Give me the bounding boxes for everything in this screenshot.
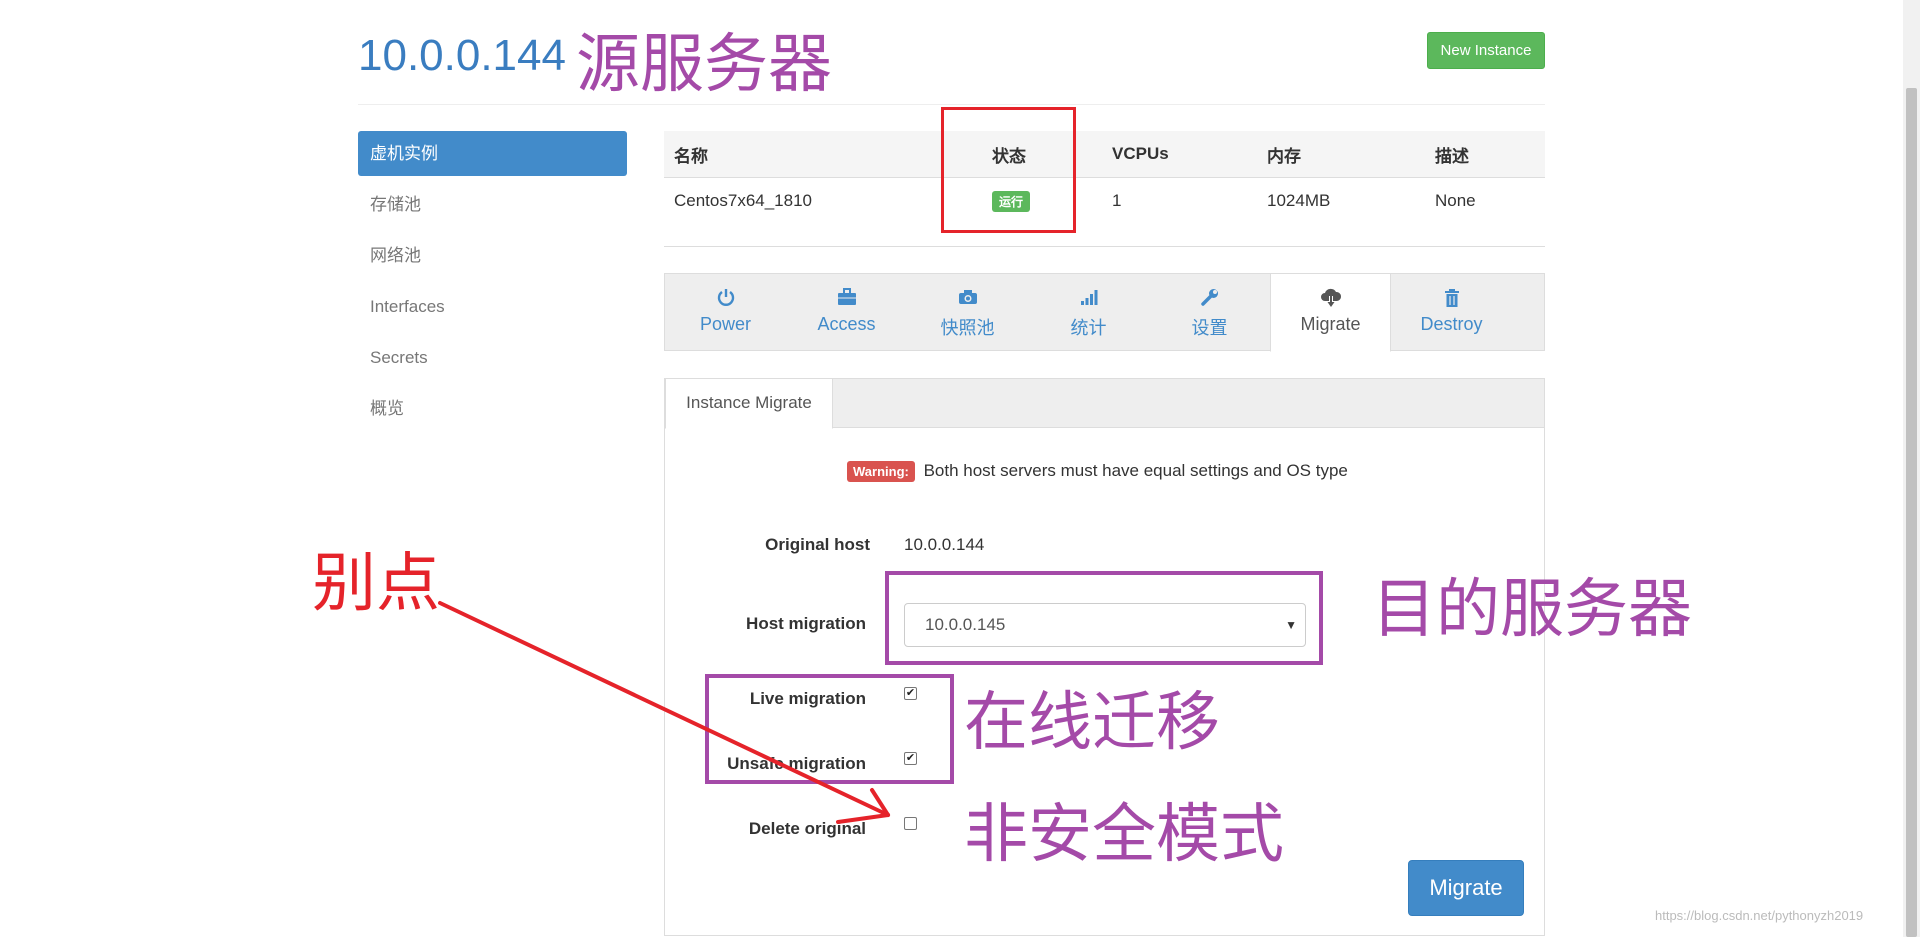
watermark: https://blog.csdn.net/pythonyzh2019 bbox=[1655, 908, 1864, 923]
annotation-arrow-icon bbox=[438, 601, 890, 824]
